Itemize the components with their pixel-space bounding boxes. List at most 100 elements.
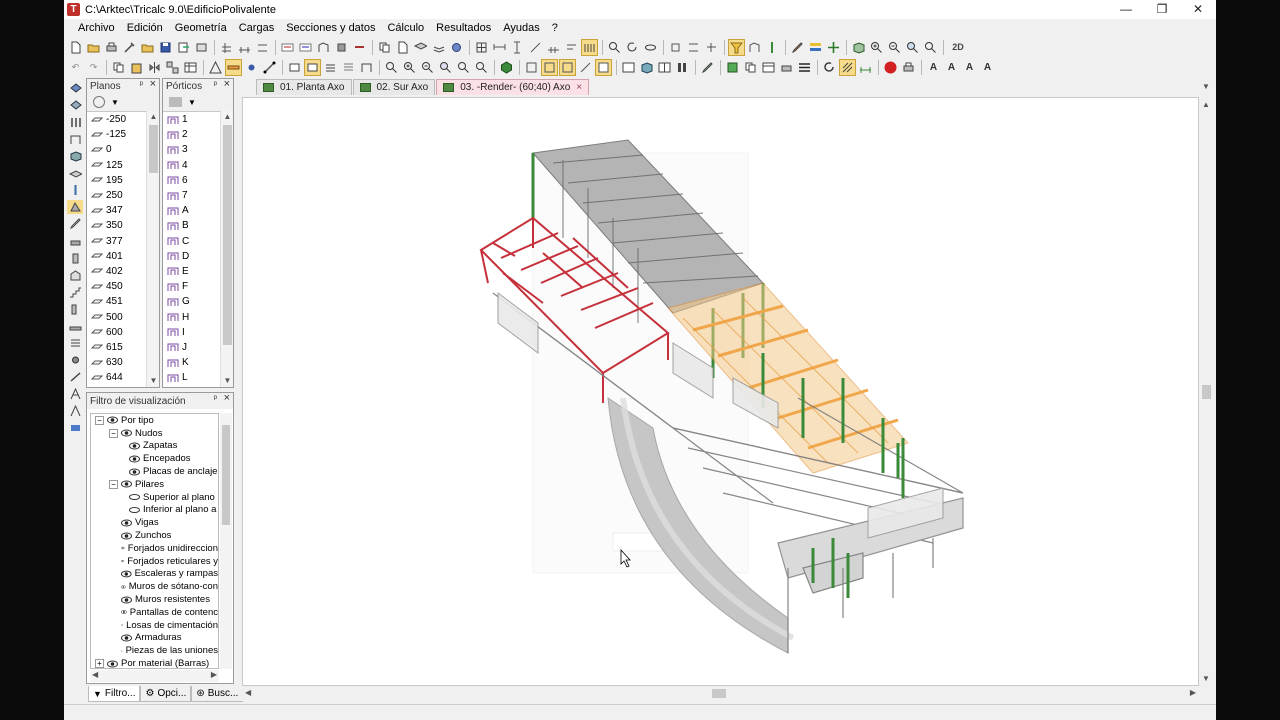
list-item[interactable]: 3 bbox=[163, 142, 220, 157]
list-item[interactable]: 125 bbox=[87, 158, 146, 173]
save-icon[interactable] bbox=[158, 40, 173, 55]
list-item[interactable]: K bbox=[163, 355, 220, 370]
export-icon[interactable] bbox=[176, 40, 191, 55]
restore-button[interactable]: ❐ bbox=[1144, 0, 1180, 19]
tree-node[interactable]: Armaduras bbox=[91, 632, 218, 645]
plane-visibility-icon[interactable] bbox=[129, 506, 140, 514]
tab-filtro[interactable]: ▼ Filtro... bbox=[88, 686, 141, 702]
eye-icon[interactable] bbox=[121, 608, 127, 616]
planos-scrollbar[interactable]: ▲ ▼ bbox=[146, 111, 159, 387]
dimension-text-icon[interactable] bbox=[564, 40, 579, 55]
section-edit-icon[interactable] bbox=[578, 60, 593, 75]
text-a3-icon[interactable]: A bbox=[962, 60, 977, 75]
frame-filter-icon[interactable] bbox=[169, 97, 182, 107]
scroll-right-icon[interactable]: ▶ bbox=[1190, 688, 1196, 697]
dimension-icon[interactable] bbox=[255, 40, 270, 55]
list-item[interactable]: 7 bbox=[163, 188, 220, 203]
strip-pile-icon[interactable] bbox=[67, 183, 83, 197]
ascii-import-icon[interactable] bbox=[280, 40, 295, 55]
list-item[interactable]: A bbox=[163, 203, 220, 218]
zoom-minus-icon[interactable] bbox=[420, 60, 435, 75]
scroll-right-icon[interactable]: ▶ bbox=[211, 670, 217, 679]
tab-render[interactable]: 03. -Render- (60;40) Axo × bbox=[436, 79, 590, 95]
frame-icon[interactable] bbox=[359, 60, 374, 75]
strip-stair-icon[interactable] bbox=[67, 285, 83, 299]
close-icon[interactable]: × bbox=[224, 78, 230, 90]
connect-icon[interactable] bbox=[262, 60, 277, 75]
strip-house-icon[interactable] bbox=[67, 268, 83, 282]
load-print-icon[interactable] bbox=[779, 60, 794, 75]
strip-text-b-icon[interactable] bbox=[67, 404, 83, 418]
menu-help[interactable]: ? bbox=[546, 22, 564, 34]
plane-select-icon[interactable] bbox=[304, 58, 321, 76]
hatch-icon[interactable] bbox=[839, 58, 856, 76]
render-icon[interactable] bbox=[449, 40, 464, 55]
tab-buscar[interactable]: ⊛ Busc... bbox=[191, 686, 244, 702]
import-icon[interactable] bbox=[194, 40, 209, 55]
strip-joint-icon[interactable] bbox=[67, 353, 83, 367]
list-item[interactable]: F bbox=[163, 279, 220, 294]
viewport-hscroll[interactable]: ◀ ▶ bbox=[242, 686, 1199, 701]
filtro-vscroll[interactable] bbox=[220, 413, 232, 669]
chevron-down-icon[interactable]: ▼ bbox=[188, 98, 196, 107]
eye-icon[interactable] bbox=[121, 647, 123, 655]
filter-frames-icon[interactable] bbox=[747, 40, 762, 55]
print-icon[interactable] bbox=[104, 40, 119, 55]
line-weight-icon[interactable] bbox=[797, 60, 812, 75]
bar-number-2-icon[interactable] bbox=[704, 40, 719, 55]
scroll-thumb[interactable] bbox=[1202, 385, 1211, 399]
collapse-icon[interactable]: − bbox=[109, 428, 118, 438]
copy-elements-icon[interactable] bbox=[111, 60, 126, 75]
view-2d-button[interactable]: 2D bbox=[948, 40, 968, 55]
filtro-hscroll[interactable]: ◀ ▶ bbox=[90, 670, 219, 682]
eye-icon[interactable] bbox=[121, 557, 125, 565]
tools-icon[interactable] bbox=[122, 40, 137, 55]
porticos-scrollbar[interactable]: ▲ ▼ bbox=[220, 111, 233, 387]
scroll-down-icon[interactable]: ▼ bbox=[1202, 674, 1210, 683]
tree-node[interactable]: Zapatas bbox=[91, 440, 218, 453]
tree-node[interactable]: − Por tipo bbox=[91, 414, 218, 427]
strip-slab-icon[interactable] bbox=[67, 166, 83, 180]
section-icon[interactable] bbox=[524, 60, 539, 75]
chevron-down-icon[interactable]: ▼ bbox=[111, 98, 119, 107]
list-item[interactable]: H bbox=[163, 309, 220, 324]
ascii-export-icon[interactable] bbox=[298, 40, 313, 55]
tree-node[interactable]: Muros de sótano-con bbox=[91, 580, 218, 593]
strip-connection-icon[interactable] bbox=[67, 370, 83, 384]
plane-filter-icon[interactable] bbox=[93, 96, 105, 108]
model-viewport[interactable] bbox=[242, 97, 1199, 686]
scroll-thumb[interactable] bbox=[712, 689, 726, 698]
menu-edicion[interactable]: Edición bbox=[121, 22, 169, 34]
pin-icon[interactable]: ᵖ bbox=[214, 79, 217, 89]
scroll-thumb[interactable] bbox=[223, 125, 232, 345]
list-item[interactable]: 644 bbox=[87, 370, 146, 385]
pin-icon[interactable]: ᵖ bbox=[214, 393, 217, 403]
list-item[interactable]: 347 bbox=[87, 203, 146, 218]
scroll-up-icon[interactable]: ▲ bbox=[221, 111, 234, 123]
layers-icon[interactable] bbox=[413, 40, 428, 55]
tree-node[interactable]: Pantallas de contenc bbox=[91, 606, 218, 619]
strip-select-icon[interactable] bbox=[67, 81, 83, 95]
minimize-button[interactable]: — bbox=[1108, 0, 1144, 19]
undo-grid-icon[interactable] bbox=[219, 40, 234, 55]
beam-icon[interactable] bbox=[225, 58, 242, 76]
list-item[interactable]: 0 bbox=[87, 142, 146, 157]
eye-icon[interactable] bbox=[121, 583, 126, 591]
list-item[interactable]: 4 bbox=[163, 158, 220, 173]
new-file-icon[interactable] bbox=[68, 40, 83, 55]
scroll-left-icon[interactable]: ◀ bbox=[92, 670, 98, 679]
eye-icon[interactable] bbox=[121, 634, 132, 642]
viewport-vscroll[interactable]: ▲ ▼ bbox=[1199, 97, 1214, 686]
strip-plane-icon[interactable] bbox=[67, 98, 83, 112]
strip-frame-icon[interactable] bbox=[67, 132, 83, 146]
scroll-down-icon[interactable]: ▼ bbox=[147, 375, 160, 387]
strip-cube-icon[interactable] bbox=[67, 149, 83, 163]
stop-icon[interactable] bbox=[883, 60, 898, 75]
filter-icon[interactable] bbox=[728, 38, 745, 56]
tree-node[interactable]: Piezas de las uniones bbox=[91, 644, 218, 657]
copy-icon[interactable] bbox=[377, 40, 392, 55]
scroll-down-icon[interactable]: ▼ bbox=[221, 375, 234, 387]
printer-icon[interactable] bbox=[901, 60, 916, 75]
list-item[interactable]: C bbox=[163, 234, 220, 249]
section-copy-icon[interactable] bbox=[559, 58, 576, 76]
